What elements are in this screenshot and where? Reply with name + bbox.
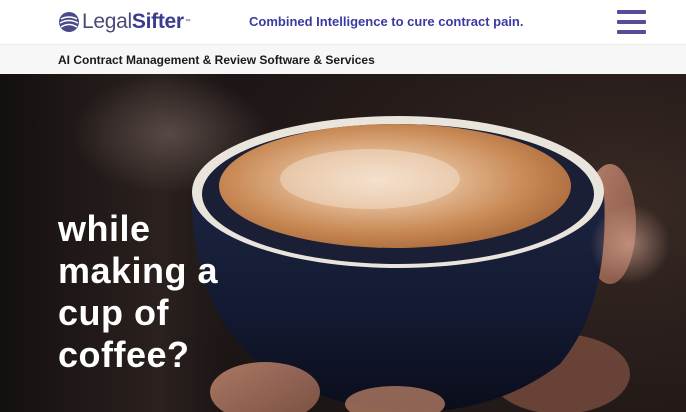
sub-navigation-bar: AI Contract Management & Review Software… — [0, 44, 686, 74]
hero-headline-line-4: coffee? — [58, 334, 190, 375]
logo-text-bold: Sifter — [131, 10, 184, 33]
subbar-title: AI Contract Management & Review Software… — [58, 53, 375, 67]
menu-bar-middle — [617, 20, 646, 24]
menu-bar-top — [617, 10, 646, 14]
hero-headline-line-2: making a — [58, 250, 219, 291]
hamburger-menu-icon[interactable] — [617, 10, 646, 34]
logo-wordmark: LegalSifter™ — [82, 9, 191, 35]
header-tagline: Combined Intelligence to cure contract p… — [249, 14, 524, 29]
logo-text-light: Legal — [82, 10, 132, 33]
logo[interactable]: LegalSifter™ — [58, 9, 191, 35]
menu-bar-bottom — [617, 30, 646, 34]
site-header: LegalSifter™ Combined Intelligence to cu… — [0, 0, 686, 44]
hero-headline-line-1: while — [58, 208, 151, 249]
hero-headline: while making a cup of coffee? — [58, 208, 218, 376]
legalsifter-globe-icon — [59, 12, 79, 32]
hero-banner: while making a cup of coffee? — [0, 74, 686, 412]
logo-trademark: ™ — [184, 19, 191, 25]
hero-headline-line-3: cup of — [58, 292, 169, 333]
